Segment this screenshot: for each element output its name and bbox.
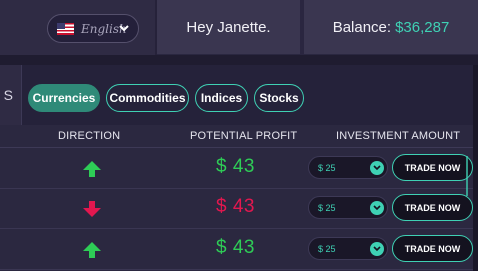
top-bar: English Hey Janette. Balance: $36,287 (0, 0, 478, 55)
tab-stocks[interactable]: Stocks (254, 84, 304, 112)
balance-value: $36,287 (395, 19, 450, 36)
balance-display: Balance: $36,287 (304, 0, 478, 55)
us-flag-icon (57, 22, 74, 35)
tab-commodities[interactable]: Commodities (106, 84, 189, 112)
trade-now-button[interactable]: TRADE NOW (392, 194, 473, 221)
greeting: Hey Janette. (186, 19, 271, 36)
tab-partial[interactable]: S (0, 65, 22, 125)
table-row: $ 43 $ 25 TRADE NOW (0, 149, 473, 189)
header-direction: DIRECTION (58, 130, 121, 142)
table-header: DIRECTION POTENTIAL PROFIT INVESTMENT AM… (0, 125, 473, 148)
arrow-down-icon (83, 201, 101, 217)
header-investment-amount: INVESTMENT AMOUNT (336, 130, 461, 142)
potential-profit: $ 43 (216, 196, 255, 217)
chevron-down-icon (370, 201, 384, 215)
investment-amount-select[interactable]: $ 25 (308, 156, 388, 179)
tab-currencies[interactable]: Currencies (28, 84, 100, 112)
balance-label: Balance: (332, 19, 392, 36)
chevron-down-icon (370, 242, 384, 256)
language-selector[interactable]: English (47, 14, 139, 43)
investment-amount-value: $ 25 (318, 162, 336, 173)
arrow-up-icon (83, 161, 101, 177)
arrow-up-icon (83, 242, 101, 258)
category-tabs: S Currencies Commodities Indices Stocks (0, 65, 473, 125)
chevron-down-icon (119, 25, 129, 32)
language-area: English (0, 0, 157, 55)
header-potential-profit: POTENTIAL PROFIT (190, 130, 298, 142)
table-row: $ 43 $ 25 TRADE NOW (0, 189, 473, 229)
investment-amount-select[interactable]: $ 25 (308, 237, 388, 260)
chevron-down-icon (370, 161, 384, 175)
investment-amount-value: $ 25 (318, 243, 336, 254)
scrollbar[interactable] (466, 156, 468, 196)
trading-panel: S Currencies Commodities Indices Stocks … (0, 65, 473, 271)
trade-now-button[interactable]: TRADE NOW (392, 154, 473, 181)
trade-now-button[interactable]: TRADE NOW (392, 235, 473, 262)
tab-indices[interactable]: Indices (195, 84, 248, 112)
panel-edge (473, 65, 478, 271)
potential-profit: $ 43 (216, 156, 255, 177)
investment-amount-select[interactable]: $ 25 (308, 196, 388, 219)
investment-amount-value: $ 25 (318, 202, 336, 213)
potential-profit: $ 43 (216, 237, 255, 258)
table-row: $ 43 $ 25 TRADE NOW (0, 230, 473, 270)
